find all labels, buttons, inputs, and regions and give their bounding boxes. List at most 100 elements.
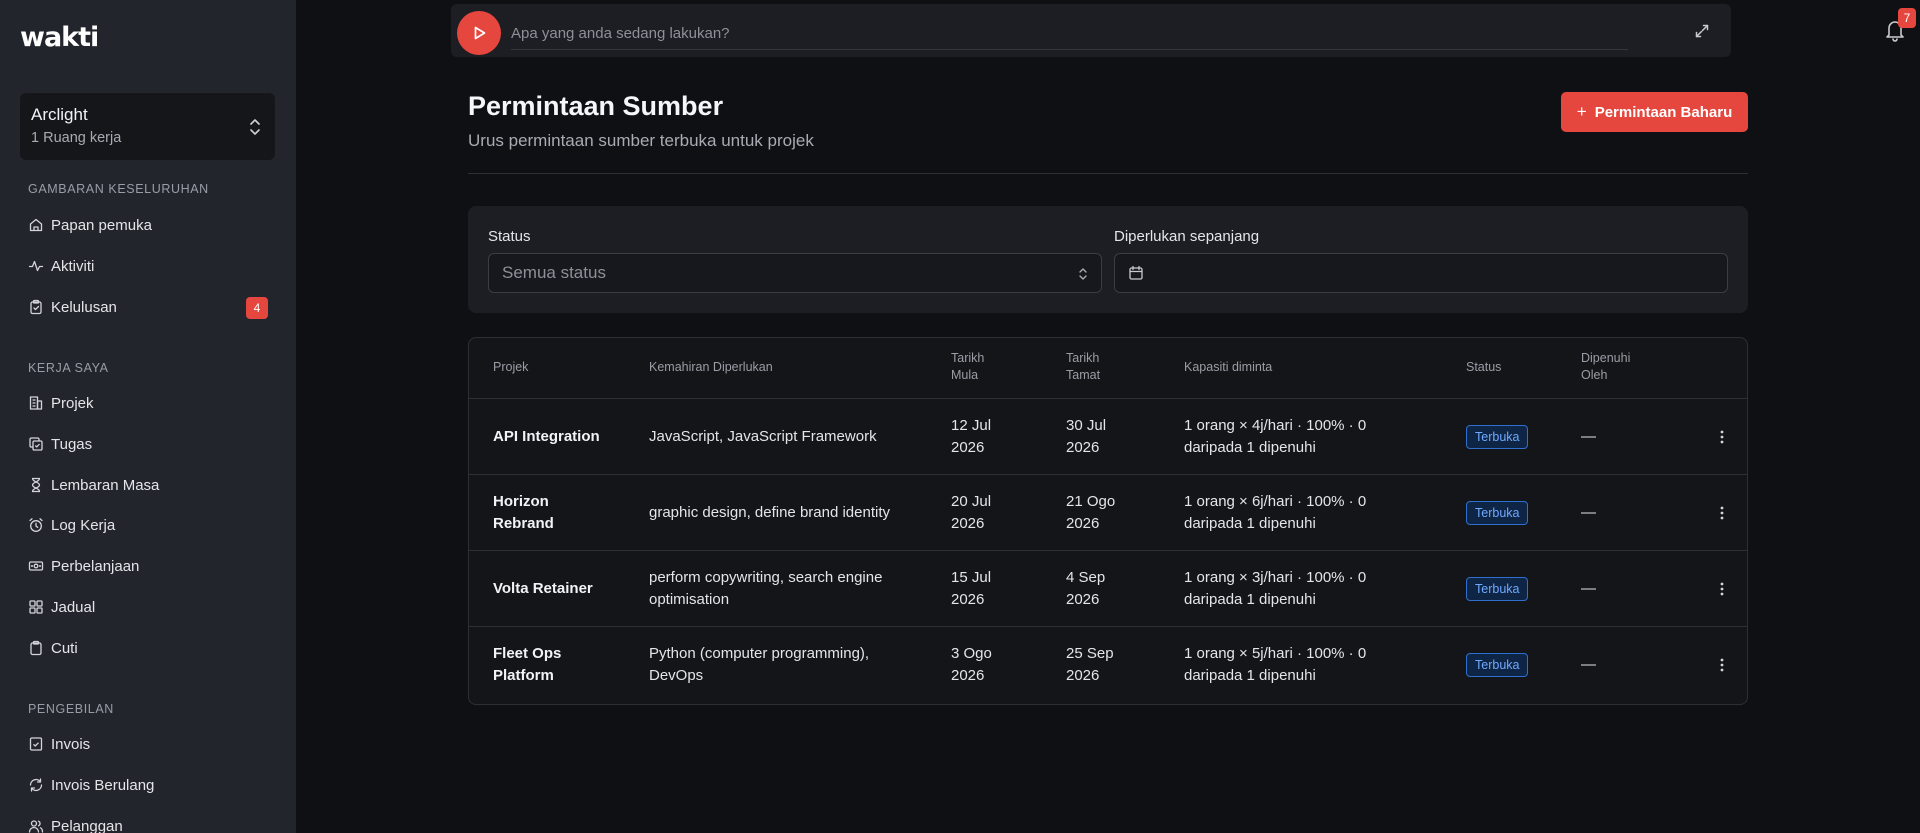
start-timer-button[interactable] <box>457 11 501 55</box>
page-subtitle: Urus permintaan sumber terbuka untuk pro… <box>468 131 814 150</box>
capacity-cell: 1 orang × 5j/hari · 100% · 0 daripada 1 d… <box>1184 643 1366 687</box>
alarm-clock-icon <box>28 517 44 533</box>
sidebar-item-schedule[interactable]: Jadual <box>28 591 268 623</box>
sidebar-item-label: Kelulusan <box>51 298 117 316</box>
end-date-year: 2026 <box>1066 666 1100 684</box>
expand-icon[interactable] <box>1693 22 1711 40</box>
status-badge: Terbuka <box>1466 424 1529 449</box>
filter-panel: Status Semua status Diperlukan sepanjang <box>468 206 1748 313</box>
table-row[interactable]: Volta Retainer perform copywriting, sear… <box>469 550 1747 626</box>
column-header-start: Tarikh Mula <box>951 350 984 384</box>
start-date-cell: 20 Jul 2026 <box>951 491 991 535</box>
column-header-capacity: Kapasiti diminta <box>1184 360 1273 374</box>
chevron-up-down-icon <box>250 119 260 135</box>
sidebar-item-work-log[interactable]: Log Kerja <box>28 509 268 541</box>
capacity-cell: 1 orang × 6j/hari · 100% · 0 daripada 1 d… <box>1184 491 1366 535</box>
start-date-day: 15 Jul <box>951 568 992 586</box>
sidebar-item-clients[interactable]: Pelanggan <box>28 810 268 833</box>
end-date-year: 2026 <box>1066 514 1100 532</box>
sidebar-item-label: Projek <box>51 394 94 412</box>
start-date-day: 3 Ogo <box>951 644 992 662</box>
sidebar-item-activity[interactable]: Aktiviti <box>28 250 268 282</box>
column-header-filled-line2: Oleh <box>1581 368 1608 382</box>
date-filter-label: Diperlukan sepanjang <box>1114 228 1260 245</box>
skills-line2: optimisation <box>649 590 730 608</box>
workspace-switcher[interactable]: Arclight 1 Ruang kerja <box>20 93 275 160</box>
skills-cell: Python (computer programming), DevOps <box>649 643 869 687</box>
activity-icon <box>28 258 44 274</box>
capacity-cell: 1 orang × 4j/hari · 100% · 0 daripada 1 d… <box>1184 415 1366 459</box>
section-label-my-work: KERJA SAYA <box>28 361 109 375</box>
column-header-project: Projek <box>493 360 529 374</box>
clipboard-check-icon <box>28 299 44 315</box>
row-actions-button[interactable] <box>1712 655 1732 675</box>
column-header-start-line1: Tarikh <box>951 351 985 365</box>
status-badge: Terbuka <box>1466 652 1529 677</box>
sidebar-item-recurring-invoices[interactable]: Invois Berulang <box>28 769 268 801</box>
filled-by-cell: — <box>1581 655 1596 673</box>
sidebar-item-label: Invois Berulang <box>51 776 155 794</box>
sidebar-item-invoices[interactable]: Invois <box>28 728 268 760</box>
project-name-line2: Rebrand <box>493 514 554 532</box>
workspace-name: Arclight <box>31 105 88 124</box>
project-name-line1: Fleet Ops <box>493 644 562 662</box>
copy-check-icon <box>28 436 44 452</box>
sidebar-item-label: Lembaran Masa <box>51 476 160 494</box>
row-actions-button[interactable] <box>1712 579 1732 599</box>
sidebar-item-dashboard[interactable]: Papan pemuka <box>28 209 268 241</box>
project-name: Volta Retainer <box>493 579 593 597</box>
capacity-line2: daripada 1 dipenuhi <box>1184 590 1316 608</box>
project-cell: Volta Retainer <box>493 578 593 600</box>
more-vertical-icon <box>1720 658 1724 671</box>
more-vertical-icon <box>1720 506 1724 519</box>
sidebar-item-label: Perbelanjaan <box>51 557 140 575</box>
status-filter-select[interactable]: Semua status <box>488 253 1102 293</box>
project-name-line1: Horizon <box>493 492 549 510</box>
sidebar-item-label: Pelanggan <box>51 817 123 833</box>
table-row[interactable]: API Integration JavaScript, JavaScript F… <box>469 398 1747 474</box>
timer-description-input[interactable] <box>511 18 1628 50</box>
table-row[interactable]: Fleet Ops Platform Python (computer progr… <box>469 626 1747 702</box>
status-filter-label: Status <box>488 228 531 245</box>
date-range-picker[interactable] <box>1114 253 1728 293</box>
sidebar-item-timesheets[interactable]: Lembaran Masa <box>28 469 268 501</box>
capacity-cell: 1 orang × 3j/hari · 100% · 0 daripada 1 d… <box>1184 567 1366 611</box>
status-badge: Terbuka <box>1466 576 1529 601</box>
sidebar-item-label: Tugas <box>51 435 93 453</box>
start-date-year: 2026 <box>951 666 985 684</box>
capacity-line2: daripada 1 dipenuhi <box>1184 666 1316 684</box>
start-date-year: 2026 <box>951 590 985 608</box>
row-actions-button[interactable] <box>1712 427 1732 447</box>
project-cell: API Integration <box>493 426 600 448</box>
users-icon <box>28 818 44 833</box>
start-date-cell: 15 Jul 2026 <box>951 567 991 611</box>
chevron-up-down-icon <box>1079 268 1087 280</box>
end-date-year: 2026 <box>1066 590 1100 608</box>
column-header-end-line1: Tarikh <box>1066 351 1100 365</box>
calendar-icon <box>1129 265 1143 280</box>
column-header-skills: Kemahiran Diperlukan <box>649 360 773 374</box>
column-header-start-line2: Mula <box>951 368 979 382</box>
sidebar-item-approvals[interactable]: Kelulusan 4 <box>28 291 268 323</box>
workspace-count: 1 Ruang kerja <box>31 130 122 146</box>
row-actions-button[interactable] <box>1712 503 1732 523</box>
end-date-day: 25 Sep <box>1066 644 1114 662</box>
new-request-button[interactable]: + Permintaan Baharu <box>1561 92 1748 132</box>
capacity-line2: daripada 1 dipenuhi <box>1184 438 1316 456</box>
page-title: Permintaan Sumber <box>468 91 724 121</box>
skills-cell: graphic design, define brand identity <box>649 502 890 524</box>
capacity-line1: 1 orang × 5j/hari · 100% · 0 <box>1184 644 1367 662</box>
end-date-year: 2026 <box>1066 438 1100 456</box>
sidebar-item-tasks[interactable]: Tugas <box>28 428 268 460</box>
table-row[interactable]: Horizon Rebrand graphic design, define br… <box>469 474 1747 550</box>
end-date-day: 21 Ogo <box>1066 492 1116 510</box>
sidebar-item-leave[interactable]: Cuti <box>28 632 268 664</box>
new-request-label: Permintaan Baharu <box>1594 103 1733 121</box>
skills-line1: Python (computer programming), <box>649 644 870 662</box>
time-tracker-bar <box>451 4 1731 57</box>
app-logo[interactable]: wakti <box>20 22 99 53</box>
more-vertical-icon <box>1720 430 1724 443</box>
sidebar-item-projects[interactable]: Projek <box>28 387 268 419</box>
capacity-line1: 1 orang × 6j/hari · 100% · 0 <box>1184 492 1367 510</box>
sidebar-item-expenses[interactable]: Perbelanjaan <box>28 550 268 582</box>
